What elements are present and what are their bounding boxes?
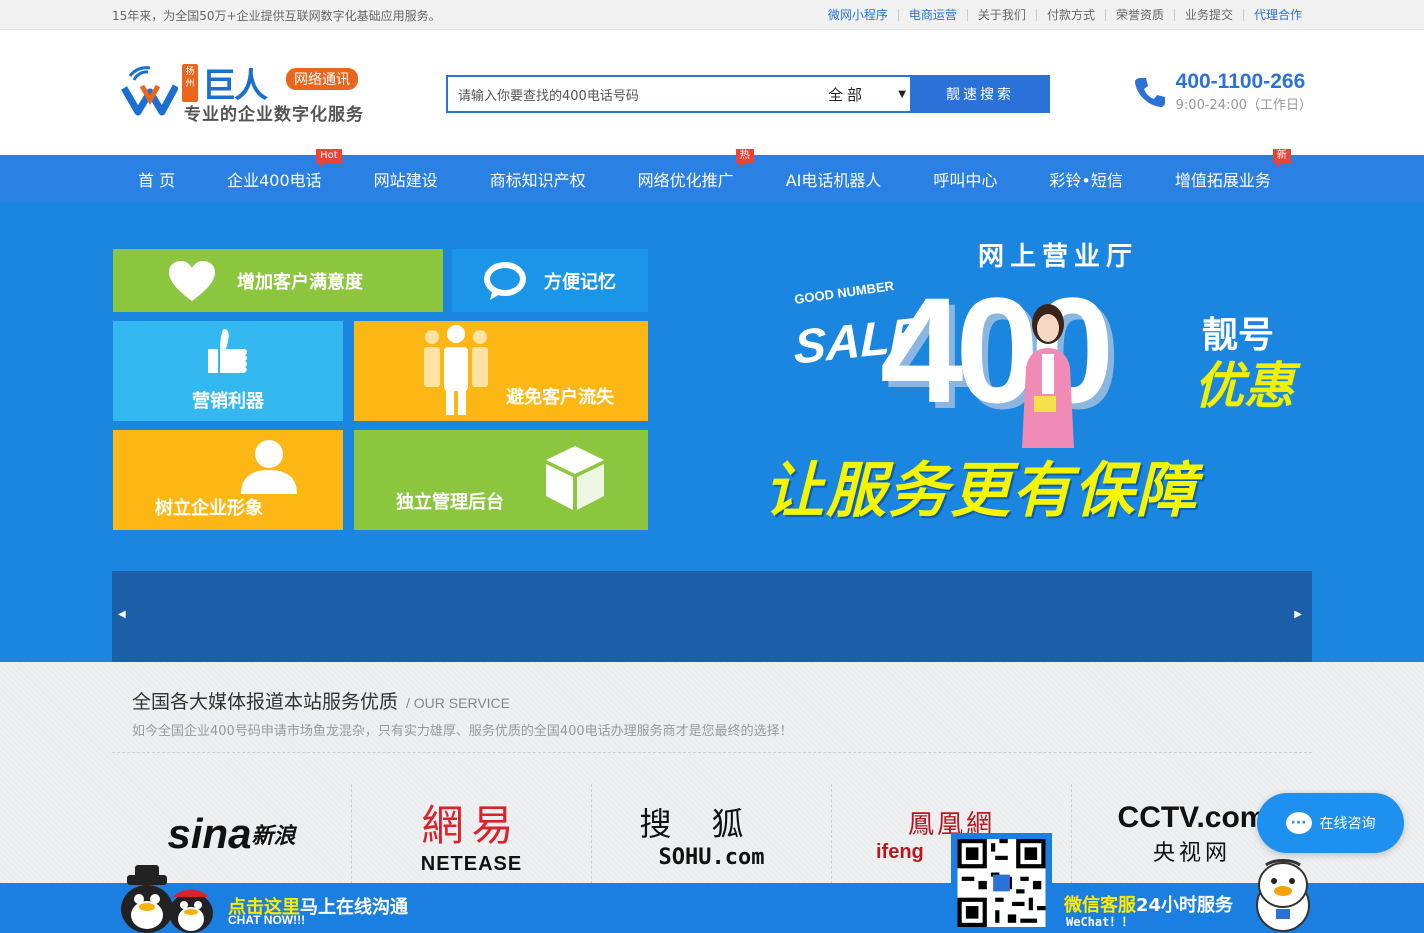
thumbs-up-icon (208, 329, 247, 373)
sohu-logo[interactable]: 搜狐 SOHU.com (592, 784, 832, 884)
consult-label: 在线咨询 (1319, 816, 1376, 832)
cube-icon (546, 446, 604, 510)
tile-label: 独立管理后台 (396, 492, 504, 513)
nav-item-trademark[interactable]: 商标知识产权 (490, 167, 586, 191)
tile-retention: 避免客户流失 (354, 321, 648, 421)
feature-tiles: 增加客户满意度 方便记忆 营销利器 避免客户流失 树立企业形象 独立管理后台 (113, 249, 649, 531)
divider (112, 752, 1312, 753)
hotline-number: 400-1100-266 (1175, 70, 1306, 93)
search-bar: 请输入你要查找的400电话号码 全部 ▼ 靓速搜索 (446, 75, 1050, 113)
hotline: 400-1100-266 9:00-24:00（工作日） (1132, 70, 1312, 113)
site-logo[interactable]: 扬州 巨人 网络通讯 专业的企业数字化服务 (120, 60, 380, 125)
promo-slogan: 让服务更有保障 (764, 456, 1198, 526)
main-nav: 首 页 企业400电话 Hot 网站建设 商标知识产权 网络优化推广热 AI电话机… (0, 148, 1424, 202)
new-badge: 新 (1272, 148, 1291, 168)
media-heading: 全国各大媒体报道本站服务优质 / OUR SERVICE (132, 687, 510, 714)
media-description: 如今全国企业400号码申请市场鱼龙混杂，只有实力雄厚、服务优质的全国400电话办… (132, 724, 793, 739)
promo-graphic: 网上营业厅 GOOD NUMBER SALE 400 靓号 优惠 让服务更有保障 (750, 234, 1320, 526)
nav-item-ai-robot[interactable]: AI电话机器人 (786, 167, 882, 191)
tile-image: 树立企业形象 (113, 430, 343, 530)
heart-icon (169, 260, 215, 301)
tile-label: 树立企业形象 (155, 498, 263, 519)
qq-penguin-icon (121, 865, 213, 933)
chevron-down-icon: ▼ (898, 88, 906, 100)
spokeswoman-illustration (1022, 304, 1074, 448)
mascot-bird-icon (1256, 859, 1310, 932)
netease-logo[interactable]: 網易 NETEASE (352, 784, 592, 884)
tile-label: 增加客户满意度 (237, 271, 363, 293)
media-logos: sina 新浪 網易 NETEASE 搜狐 SOHU.com 鳳凰網 ifeng… (112, 784, 1312, 884)
top-link-about[interactable]: 关于我们 (966, 9, 1036, 21)
chat-bubble-icon (484, 261, 526, 300)
banner-slider[interactable]: ◀ ▶ (112, 571, 1312, 662)
hero-banner[interactable]: 增加客户满意度 方便记忆 营销利器 避免客户流失 树立企业形象 独立管理后台 网… (0, 202, 1424, 662)
phone-icon (1134, 77, 1165, 107)
nav-item-website[interactable]: 网站建设 (374, 167, 438, 191)
hotline-hours: 9:00-24:00（工作日） (1175, 98, 1312, 113)
search-category-value: 全部 (828, 85, 867, 104)
nav-item-seo[interactable]: 网络优化推广热 (638, 148, 754, 191)
promo-youhui: 优惠 (1194, 357, 1294, 415)
bottom-chat-bar: 点击这里马上在线沟通 CHAT NOW!!! 微信客服24小时服务 WeChat… (0, 833, 1424, 933)
logo-tag: 网络通讯 (286, 68, 358, 90)
top-link-honors[interactable]: 荣誉资质 (1104, 9, 1174, 21)
search-button[interactable]: 靓速搜索 (910, 75, 1050, 113)
search-category-select[interactable]: 全部 ▼ (814, 84, 910, 105)
wechat-en-label: WeChat！！ (1066, 915, 1134, 929)
chat-icon: ··· (1285, 812, 1312, 834)
nav-item-value-added[interactable]: 增值拓展业务新 (1175, 148, 1291, 191)
top-links: 微网小程序 电商运营 关于我们 付款方式 荣誉资质 业务提交 代理合作 (818, 9, 1312, 21)
tile-memorable: 方便记忆 (452, 249, 648, 312)
search-box: 请输入你要查找的400电话号码 全部 ▼ (446, 75, 910, 113)
hot-badge: Hot (316, 148, 342, 168)
person-icon (241, 440, 297, 494)
top-link-submit[interactable]: 业务提交 (1173, 9, 1243, 21)
logo-city: 扬州 (182, 64, 198, 102)
tile-label: 方便记忆 (544, 271, 616, 293)
logo-mark-icon (120, 66, 178, 116)
chat-now-en[interactable]: CHAT NOW!!! (228, 913, 305, 927)
people-icon (424, 325, 488, 415)
tile-label: 营销利器 (192, 391, 264, 412)
search-input[interactable]: 请输入你要查找的400电话号码 (448, 85, 814, 104)
wechat-qr-code (951, 833, 1052, 933)
slider-next-icon[interactable]: ▶ (1294, 609, 1302, 620)
tile-label: 避免客户流失 (506, 387, 614, 408)
top-bar: 15年来，为全国50万+企业提供互联网数字化基础应用服务。 微网小程序 电商运营… (0, 0, 1424, 30)
top-link-payment[interactable]: 付款方式 (1035, 9, 1105, 21)
media-title: 全国各大媒体报道本站服务优质 (132, 691, 399, 713)
top-link-ecommerce[interactable]: 电商运营 (897, 9, 967, 21)
hot-badge: 热 (735, 148, 754, 168)
nav-item-call-center[interactable]: 呼叫中心 (933, 167, 997, 191)
tile-marketing: 营销利器 (113, 321, 343, 421)
nav-item-home[interactable]: 首 页 (138, 167, 175, 191)
logo-slogan: 专业的企业数字化服务 (184, 105, 364, 125)
nav-item-ringtone-sms[interactable]: 彩铃•短信 (1049, 167, 1122, 191)
top-link-miniprogram[interactable]: 微网小程序 (818, 9, 898, 21)
top-link-agent[interactable]: 代理合作 (1242, 9, 1312, 21)
qr-code-icon (957, 839, 1046, 927)
online-consult-button[interactable]: ··· 在线咨询 (1257, 793, 1404, 853)
top-tagline: 15年来，为全国50万+企业提供互联网数字化基础应用服务。 (112, 8, 441, 23)
media-subtitle: / OUR SERVICE (406, 695, 511, 711)
tile-admin: 独立管理后台 (354, 430, 648, 530)
nav-item-400[interactable]: 企业400电话 Hot (227, 148, 342, 191)
slider-prev-icon[interactable]: ◀ (118, 609, 126, 620)
header: 扬州 巨人 网络通讯 专业的企业数字化服务 请输入你要查找的400电话号码 全部… (0, 30, 1424, 155)
tile-satisfaction: 增加客户满意度 (113, 249, 443, 312)
